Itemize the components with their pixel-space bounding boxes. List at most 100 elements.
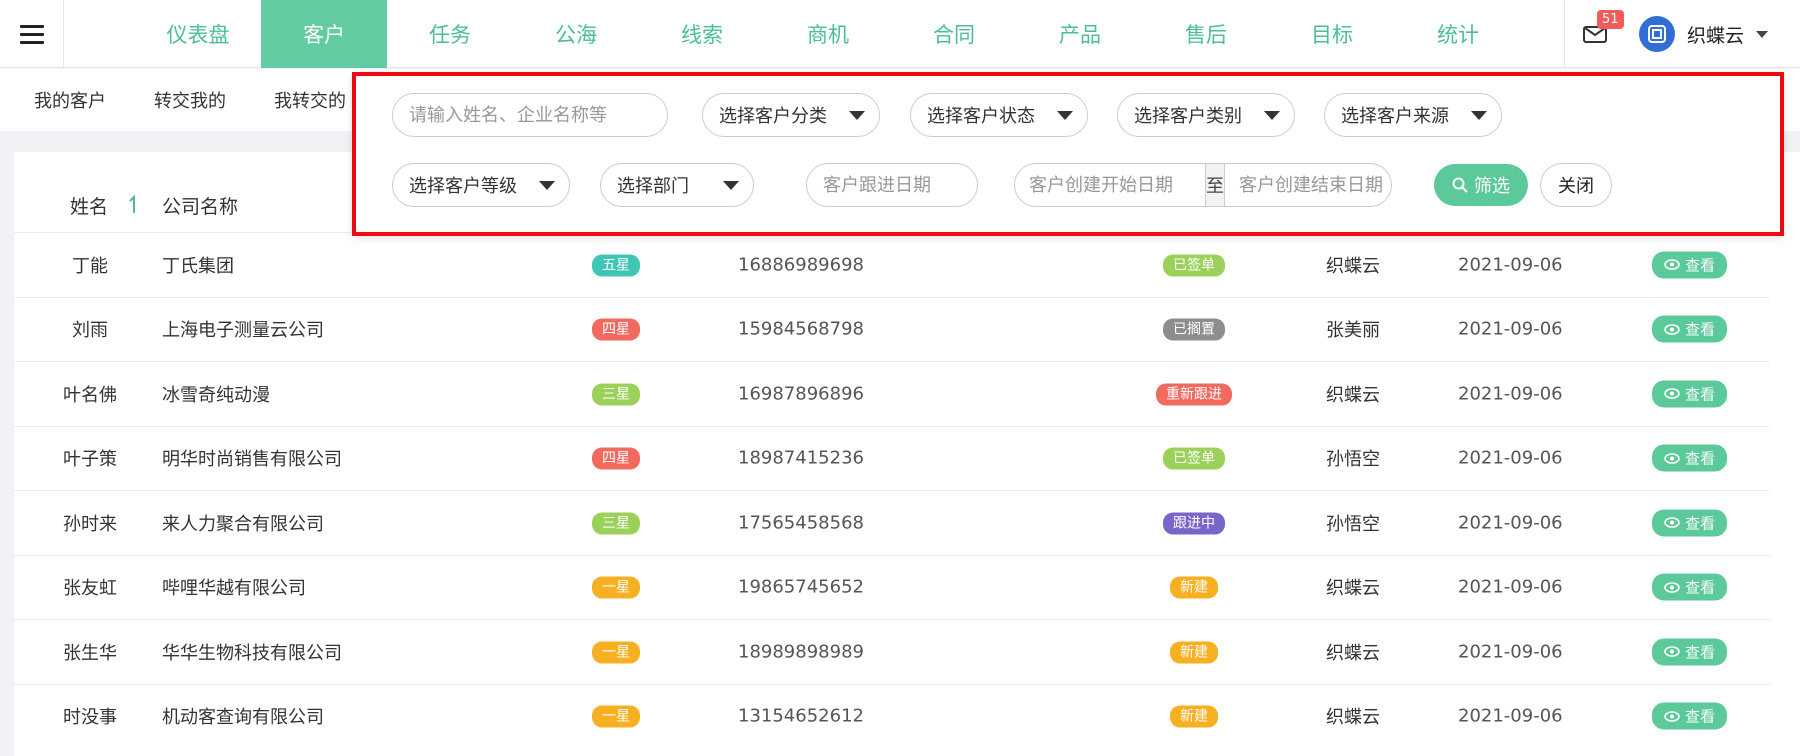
cell-phone: 18987415236: [738, 447, 864, 469]
table-row[interactable]: 丁能 丁氏集团 五星 16886989698 已签单 织蝶云 2021-09-06 查看: [14, 232, 1770, 297]
cell-phone: 16987896896: [738, 383, 864, 405]
follow-date-input[interactable]: [806, 163, 978, 207]
view-button[interactable]: 查看: [1652, 702, 1728, 730]
column-header-company[interactable]: 公司名称: [162, 192, 238, 219]
cell-date: 2021-09-06: [1458, 318, 1563, 340]
select-customer-level[interactable]: 选择客户等级: [392, 163, 570, 207]
hamburger-menu-icon[interactable]: [0, 0, 64, 68]
sort-arrow-icon[interactable]: [128, 194, 140, 216]
nav-item[interactable]: 仪表盘: [135, 0, 261, 68]
cell-date: 2021-09-06: [1458, 576, 1563, 598]
create-start-date-input[interactable]: [1015, 174, 1205, 196]
status-badge: 新建: [1170, 641, 1218, 664]
view-button[interactable]: 查看: [1652, 251, 1728, 279]
cell-date: 2021-09-06: [1458, 383, 1563, 405]
table-row[interactable]: 张生华 华华生物科技有限公司 一星 18989898989 新建 织蝶云 2021-09-0…: [14, 619, 1770, 684]
status-badge: 已签单: [1163, 254, 1225, 277]
star-level-badge: 三星: [592, 512, 640, 535]
cell-owner: 织蝶云: [1326, 578, 1380, 600]
nav-item[interactable]: 合同: [891, 0, 1017, 68]
table-row[interactable]: 叶子策 明华时尚销售有限公司 四星 18987415236 已签单 孙悟空 2021-09-…: [14, 425, 1770, 491]
table-row[interactable]: 刘雨 上海电子测量云公司 四星 15984568798 已搁置 张美丽 2021-09-06…: [14, 296, 1770, 362]
select-label: 选择部门: [617, 176, 689, 197]
cell-phone: 15984568798: [738, 318, 864, 340]
nav-item[interactable]: 产品: [1017, 0, 1143, 68]
status-badge: 跟进中: [1163, 512, 1225, 535]
follow-date-field[interactable]: [823, 174, 977, 196]
customer-table-card: 姓名 公司名称 丁能 丁氏集团 五星 16886989698 已签单 织蝶云 2021-09…: [14, 152, 1800, 756]
status-badge: 新建: [1170, 576, 1218, 599]
eye-icon: [1664, 517, 1680, 529]
cell-date: 2021-09-06: [1458, 641, 1563, 663]
dropdown-arrow-icon: [723, 181, 739, 190]
view-button[interactable]: 查看: [1652, 509, 1728, 537]
select-customer-source[interactable]: 选择客户来源: [1324, 93, 1502, 137]
top-navbar: 仪表盘 客户 任务 公海 线索 商机 合同 产品 售后 目标 统计 51 织蝶云: [0, 0, 1800, 68]
search-input[interactable]: [392, 93, 668, 137]
mail-icon[interactable]: 51: [1583, 10, 1624, 44]
select-customer-status[interactable]: 选择客户状态: [910, 93, 1088, 137]
cell-date: 2021-09-06: [1458, 512, 1563, 534]
dropdown-arrow-icon: [1471, 111, 1487, 120]
view-button[interactable]: 查看: [1652, 573, 1728, 601]
nav-item[interactable]: 目标: [1269, 0, 1395, 68]
tab-my-customers[interactable]: 我的客户: [34, 87, 106, 113]
create-end-date-input[interactable]: [1225, 174, 1391, 196]
cell-owner: 孙悟空: [1326, 513, 1380, 535]
cell-company: 华华生物科技有限公司: [162, 642, 342, 664]
cell-name: 时没事: [63, 707, 117, 729]
tab-transferred-to-me[interactable]: 转交我的: [154, 87, 226, 113]
tab-transferred-by-me[interactable]: 我转交的: [274, 87, 346, 113]
cell-phone: 17565458568: [738, 512, 864, 534]
eye-icon: [1664, 452, 1680, 464]
user-name[interactable]: 织蝶云: [1687, 21, 1744, 48]
select-customer-category[interactable]: 选择客户分类: [702, 93, 880, 137]
select-label: 选择客户来源: [1341, 106, 1449, 127]
status-badge: 已签单: [1163, 447, 1225, 470]
nav-item[interactable]: 公海: [513, 0, 639, 68]
user-avatar[interactable]: [1639, 16, 1675, 52]
search-input-field[interactable]: [409, 104, 667, 126]
view-button-label: 查看: [1685, 578, 1716, 597]
filter-button[interactable]: 筛选: [1434, 164, 1528, 206]
view-button[interactable]: 查看: [1652, 444, 1728, 472]
table-body: 丁能 丁氏集团 五星 16886989698 已签单 织蝶云 2021-09-06 查看 刘雨上…: [14, 232, 1800, 748]
cell-owner: 织蝶云: [1326, 642, 1380, 664]
chevron-down-icon[interactable]: [1756, 30, 1769, 38]
table-row[interactable]: 时没事 机动客查询有限公司 一星 13154652612 新建 织蝶云 2021-09-06…: [14, 683, 1770, 749]
status-badge: 重新跟进: [1156, 383, 1232, 406]
cell-company: 上海电子测量云公司: [162, 320, 324, 342]
cell-company: 哔哩华越有限公司: [162, 578, 306, 600]
close-button-label: 关闭: [1558, 176, 1594, 197]
cell-date: 2021-09-06: [1458, 254, 1563, 276]
column-header-name[interactable]: 姓名: [70, 192, 108, 219]
view-button[interactable]: 查看: [1652, 638, 1728, 666]
status-badge: 已搁置: [1163, 318, 1225, 341]
eye-icon: [1664, 710, 1680, 722]
nav-item[interactable]: 商机: [765, 0, 891, 68]
select-customer-type[interactable]: 选择客户类别: [1117, 93, 1295, 137]
select-department[interactable]: 选择部门: [600, 163, 754, 207]
nav-item[interactable]: 线索: [639, 0, 765, 68]
cell-name: 丁能: [72, 255, 108, 277]
cell-company: 冰雪奇纯动漫: [162, 384, 270, 406]
nav-item[interactable]: 统计: [1395, 0, 1521, 68]
star-level-badge: 一星: [592, 576, 640, 599]
table-row[interactable]: 叶名佛 冰雪奇纯动漫 三星 16987896896 重新跟进 织蝶云 2021-09-06 查…: [14, 361, 1770, 426]
nav-item[interactable]: 任务: [387, 0, 513, 68]
cell-date: 2021-09-06: [1458, 705, 1563, 727]
cell-date: 2021-09-06: [1458, 447, 1563, 469]
close-button[interactable]: 关闭: [1540, 163, 1612, 207]
view-button[interactable]: 查看: [1652, 380, 1728, 408]
nav-item[interactable]: 售后: [1143, 0, 1269, 68]
view-button-label: 查看: [1685, 643, 1716, 662]
select-label: 选择客户分类: [719, 106, 827, 127]
nav-item[interactable]: 客户: [261, 0, 387, 68]
table-row[interactable]: 张友虹 哔哩华越有限公司 一星 19865745652 新建 织蝶云 2021-09-06 查…: [14, 554, 1770, 620]
range-separator: 至: [1205, 164, 1225, 206]
view-button[interactable]: 查看: [1652, 315, 1728, 343]
cell-owner: 张美丽: [1326, 320, 1380, 342]
select-label: 选择客户等级: [409, 176, 517, 197]
table-row[interactable]: 孙时来 来人力聚合有限公司 三星 17565458568 跟进中 孙悟空 2021-09-0…: [14, 490, 1770, 555]
dropdown-arrow-icon: [539, 181, 555, 190]
